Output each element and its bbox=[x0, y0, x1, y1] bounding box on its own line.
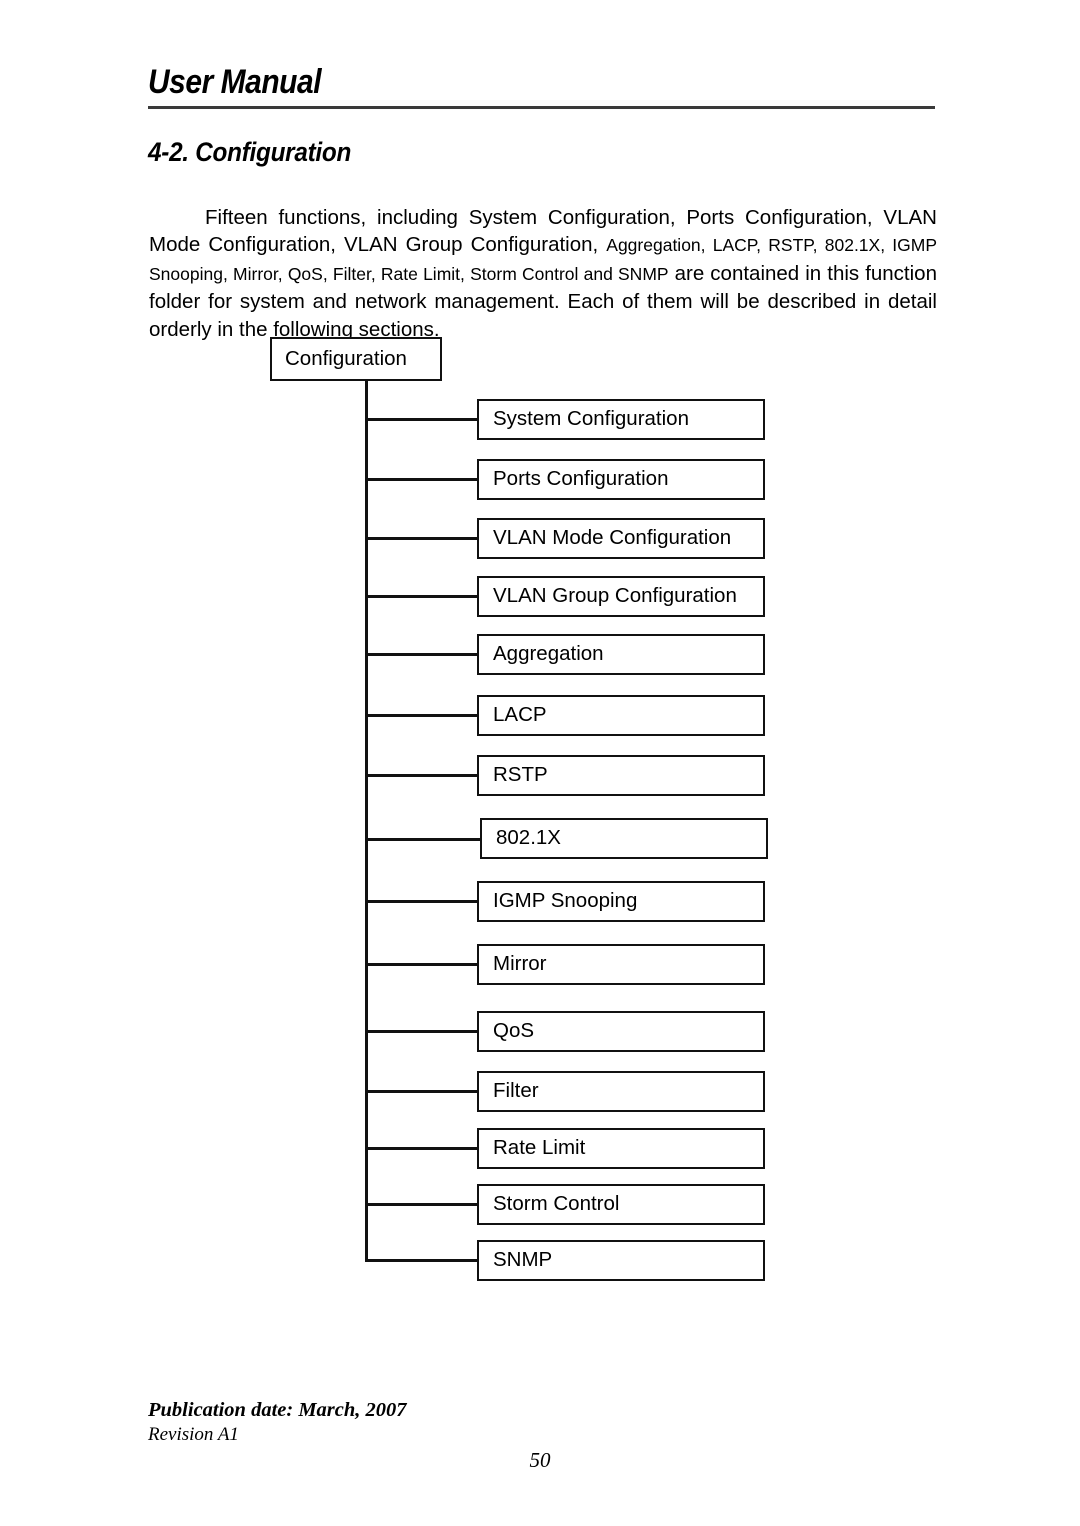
tree-root-label: Configuration bbox=[285, 346, 407, 370]
tree-child-node: Aggregation bbox=[477, 634, 765, 675]
tree-child-label: SNMP bbox=[493, 1248, 553, 1272]
tree-child-label: VLAN Mode Configuration bbox=[493, 526, 732, 550]
tree-child-node: VLAN Mode Configuration bbox=[477, 518, 765, 559]
tree-child-node: RSTP bbox=[477, 755, 765, 796]
tree-child-node: System Configuration bbox=[477, 399, 765, 440]
tree-branch-line bbox=[365, 1030, 479, 1033]
tree-child-node: 802.1X bbox=[480, 818, 768, 859]
tree-child-label: 802.1X bbox=[496, 826, 561, 850]
tree-child-label: Filter bbox=[493, 1079, 539, 1103]
tree-branch-line bbox=[365, 653, 479, 656]
tree-child-label: Aggregation bbox=[493, 642, 604, 666]
tree-child-node: Ports Configuration bbox=[477, 459, 765, 500]
tree-branch-line bbox=[365, 418, 479, 421]
tree-branch-line bbox=[365, 1203, 479, 1206]
tree-branch-line bbox=[365, 838, 482, 841]
footer-publication-date: Publication date: March, 2007 bbox=[148, 1399, 407, 1421]
tree-child-node: QoS bbox=[477, 1011, 765, 1052]
tree-branch-line bbox=[365, 714, 479, 717]
tree-child-node: VLAN Group Configuration bbox=[477, 576, 765, 617]
tree-branch-line bbox=[365, 1090, 479, 1093]
tree-child-label: RSTP bbox=[493, 763, 548, 787]
tree-child-label: Ports Configuration bbox=[493, 467, 669, 491]
tree-trunk-line bbox=[365, 379, 368, 1262]
page-number: 50 bbox=[529, 1448, 551, 1472]
tree-branch-line bbox=[365, 900, 479, 903]
tree-child-label: IGMP Snooping bbox=[493, 889, 638, 913]
tree-child-label: Storm Control bbox=[493, 1192, 620, 1216]
tree-child-node: LACP bbox=[477, 695, 765, 736]
page-header: User Manual bbox=[148, 62, 935, 102]
tree-child-node: SNMP bbox=[477, 1240, 765, 1281]
tree-branch-line bbox=[365, 774, 479, 777]
header-title: User Manual bbox=[148, 63, 322, 101]
tree-child-label: Mirror bbox=[493, 952, 547, 976]
section-heading: 4-2. Configuration bbox=[148, 137, 352, 167]
tree-child-node: IGMP Snooping bbox=[477, 881, 765, 922]
header-divider-rule bbox=[148, 106, 935, 109]
tree-branch-line bbox=[365, 478, 479, 481]
tree-branch-line bbox=[365, 595, 479, 598]
tree-child-label: QoS bbox=[493, 1019, 535, 1043]
tree-child-node: Storm Control bbox=[477, 1184, 765, 1225]
tree-branch-line bbox=[365, 963, 479, 966]
tree-child-node: Filter bbox=[477, 1071, 765, 1112]
tree-root-node: Configuration bbox=[270, 337, 442, 381]
page-footer: Publication date: March, 2007 Revision A… bbox=[148, 1398, 407, 1447]
tree-branch-line bbox=[365, 1259, 479, 1262]
tree-child-label: System Configuration bbox=[493, 407, 689, 431]
intro-paragraph: Fifteen functions, including System Conf… bbox=[149, 204, 937, 344]
tree-branch-line bbox=[365, 1147, 479, 1150]
tree-child-node: Rate Limit bbox=[477, 1128, 765, 1169]
tree-child-label: Rate Limit bbox=[493, 1136, 586, 1160]
tree-child-label: VLAN Group Configuration bbox=[493, 584, 737, 608]
footer-revision: Revision A1 bbox=[148, 1424, 239, 1445]
tree-child-node: Mirror bbox=[477, 944, 765, 985]
tree-child-label: LACP bbox=[493, 703, 547, 727]
tree-branch-line bbox=[365, 537, 479, 540]
